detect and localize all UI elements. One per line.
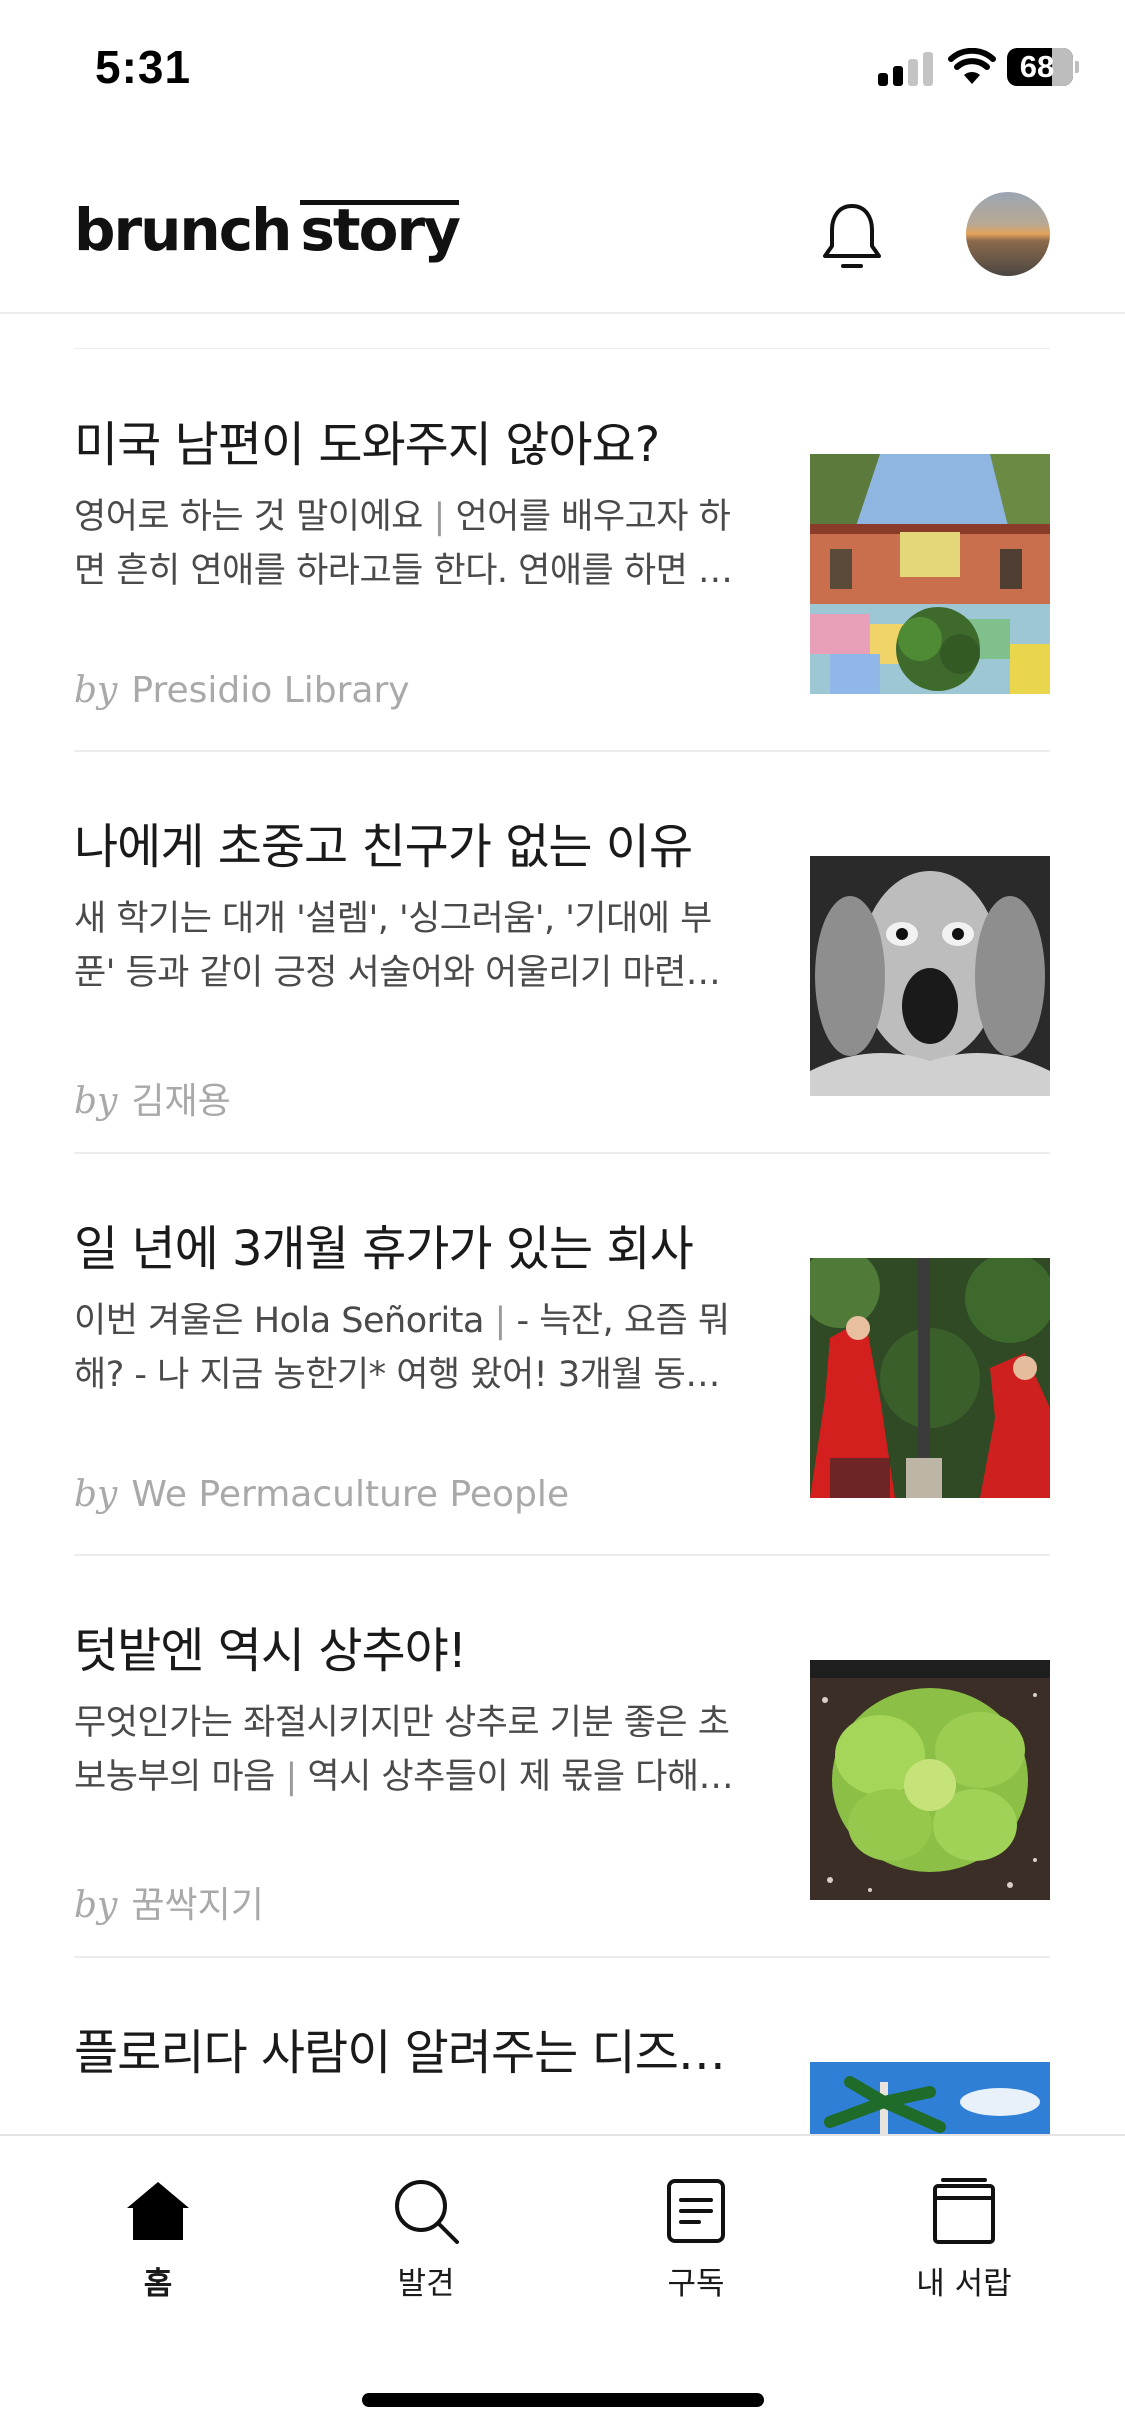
author-name[interactable]: Presidio Library — [131, 670, 409, 711]
tab-subscribe[interactable]: 구독 — [621, 2176, 771, 2306]
app-header: brunch story — [0, 140, 1125, 314]
home-indicator[interactable] — [362, 2393, 764, 2407]
wifi-icon — [948, 48, 996, 84]
article-excerpt: 이번 겨울은 Hola Señorita | - 늑잔, 요즘 뭐 해? - 나… — [74, 1294, 734, 1402]
palm-tree-photo[interactable] — [810, 2062, 1050, 2136]
colorful-courtyard-photo[interactable] — [810, 454, 1050, 694]
by-label: by — [74, 1081, 118, 1122]
excerpt-separator: | — [274, 1757, 308, 1797]
tab-home[interactable]: 홈 — [83, 2176, 233, 2306]
excerpt-separator: | — [483, 1301, 517, 1341]
tab-label: 내 서랍 — [916, 2266, 1012, 2302]
tab-label: 구독 — [667, 2266, 725, 2302]
article-feed: 미국 남편이 도와주지 않아요? 영어로 하는 것 말이에요 | 언어를 배우고… — [0, 316, 1125, 2136]
article-excerpt: 영어로 하는 것 말이에요 | 언어를 배우고자 하면 흔히 연애를 하라고들 … — [74, 490, 734, 598]
bell-icon[interactable] — [812, 196, 892, 276]
author-name[interactable]: We Permaculture People — [131, 1474, 569, 1515]
author-name[interactable]: 꿈싹지기 — [131, 1885, 263, 1926]
tab-drawer[interactable]: 내 서랍 — [889, 2176, 1039, 2306]
drawer-icon — [933, 2178, 995, 2244]
logo-text-story: story — [300, 196, 461, 264]
status-bar: 5:31 68 — [0, 0, 1125, 140]
article-card[interactable]: 일 년에 3개월 휴가가 있는 회사 이번 겨울은 Hola Señorita … — [74, 1154, 1050, 1556]
profile-avatar[interactable] — [966, 192, 1050, 276]
tab-label: 홈 — [143, 2266, 173, 2302]
cellular-signal-icon — [878, 52, 934, 86]
home-icon — [127, 2182, 189, 2240]
divider — [74, 348, 1050, 349]
article-title[interactable]: 플로리다 사람이 알려주는 디즈니월드 — [74, 2022, 734, 2084]
search-icon — [395, 2180, 459, 2244]
article-byline: by We Permaculture People — [74, 1474, 569, 1515]
author-name[interactable]: 김재용 — [131, 1081, 230, 1122]
article-card[interactable]: 텃밭엔 역시 상추야! 무엇인가는 좌절시키지만 상추로 기분 좋은 초보농부의… — [74, 1556, 1050, 1958]
article-card[interactable]: 미국 남편이 도와주지 않아요? 영어로 하는 것 말이에요 | 언어를 배우고… — [74, 350, 1050, 752]
article-title[interactable]: 텃밭엔 역시 상추야! — [74, 1620, 734, 1682]
tab-discover[interactable]: 발견 — [351, 2176, 501, 2306]
article-title[interactable]: 일 년에 3개월 휴가가 있는 회사 — [74, 1218, 734, 1280]
battery-level: 68 — [1019, 49, 1055, 84]
article-byline: by 김재용 — [74, 1072, 231, 1124]
lettuce-photo[interactable] — [810, 1660, 1050, 1900]
article-card[interactable]: 플로리다 사람이 알려주는 디즈니월드 — [74, 1958, 1050, 2136]
article-title[interactable]: 나에게 초중고 친구가 없는 이유 — [74, 816, 734, 878]
logo-text-brunch: brunch — [74, 196, 292, 264]
article-byline: by Presidio Library — [74, 670, 410, 711]
excerpt-lead: 이번 겨울은 Hola Señorita — [74, 1301, 484, 1341]
by-label: by — [74, 1885, 118, 1926]
status-time: 5:31 — [95, 41, 192, 93]
bottom-tab-bar: 홈 발견 구독 내 서랍 — [0, 2134, 1125, 2436]
article-card[interactable]: 나에게 초중고 친구가 없는 이유 새 학기는 대개 '설렘', '싱그러움',… — [74, 752, 1050, 1154]
excerpt-text: 새 학기는 대개 '설렘', '싱그러움', '기대에 부푼' 등과 같이 긍정… — [74, 899, 718, 993]
article-title[interactable]: 미국 남편이 도와주지 않아요? — [74, 414, 734, 476]
excerpt-lead: 영어로 하는 것 말이에요 — [74, 497, 423, 537]
screaming-man-photo[interactable] — [810, 856, 1050, 1096]
by-label: by — [74, 1474, 118, 1515]
article-excerpt: 새 학기는 대개 '설렘', '싱그러움', '기대에 부푼' 등과 같이 긍정… — [74, 892, 734, 1000]
document-icon — [667, 2179, 725, 2243]
battery-icon: 68 — [1007, 48, 1079, 86]
brunch-story-logo[interactable]: brunch story — [74, 196, 461, 264]
article-byline: by 꿈싹지기 — [74, 1876, 264, 1928]
flamenco-dancers-photo[interactable] — [810, 1258, 1050, 1498]
by-label: by — [74, 670, 118, 711]
tab-label: 발견 — [397, 2266, 455, 2302]
article-excerpt: 무엇인가는 좌절시키지만 상추로 기분 좋은 초보농부의 마음 | 역시 상추들… — [74, 1696, 734, 1804]
excerpt-separator: | — [422, 497, 456, 537]
